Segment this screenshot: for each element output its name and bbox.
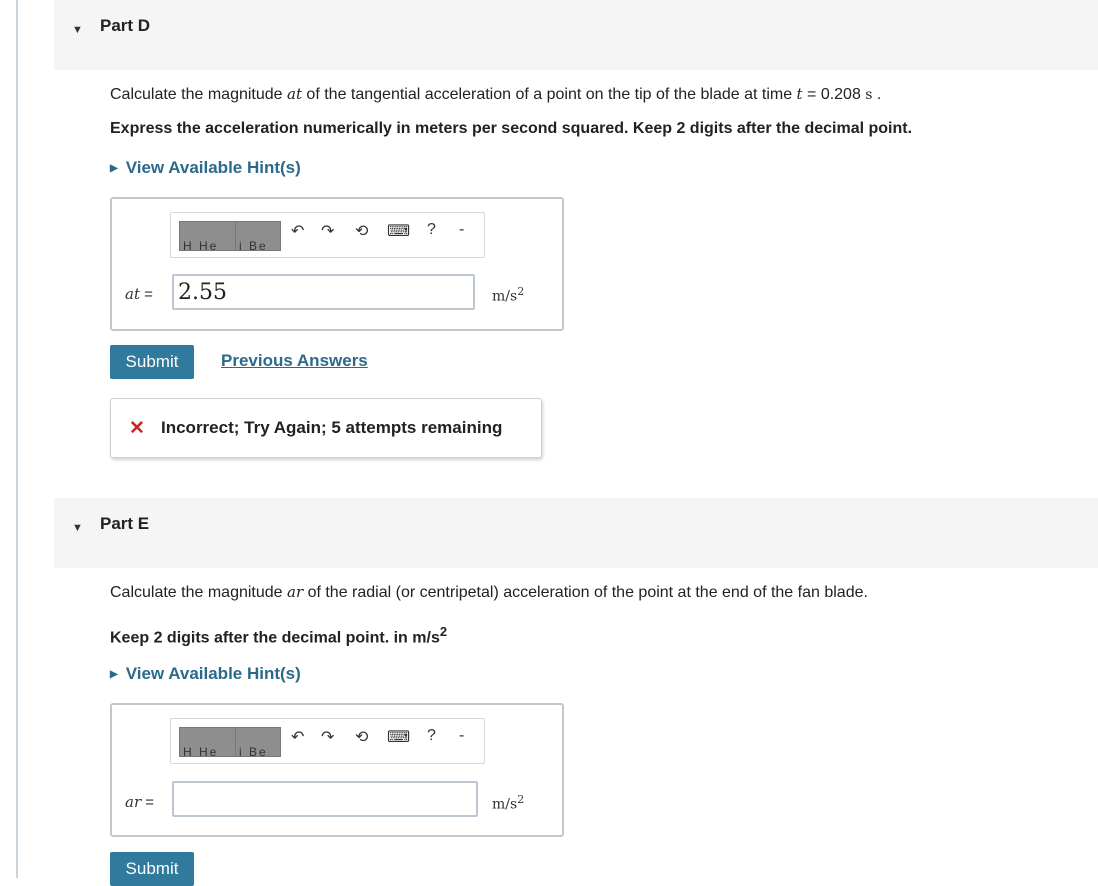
part-d-instruction: Express the acceleration numerically in … <box>110 120 913 137</box>
answer-input-ar[interactable] <box>172 781 478 817</box>
more-icon[interactable]: - <box>459 221 464 239</box>
undo-icon[interactable]: ↶ <box>291 727 304 747</box>
unit-label: m/s2 <box>492 285 525 305</box>
math-toolbar: H He i Be ↶ ↷ ⟲ ⌨ ? - <box>170 212 485 258</box>
part-d-hint-link[interactable]: ▶ View Available Hint(s) <box>110 158 301 178</box>
part-e-instruction: Keep 2 digits after the decimal point. i… <box>110 624 448 647</box>
caret-down-icon[interactable]: ▼ <box>72 522 83 534</box>
symbols-button[interactable]: i Be <box>235 221 281 253</box>
caret-right-icon: ▶ <box>110 163 118 174</box>
close-x-icon: ✕ <box>129 418 145 439</box>
var-at: at <box>287 85 302 103</box>
reset-icon[interactable]: ⟲ <box>355 221 368 241</box>
templates-button[interactable]: H He <box>179 221 241 253</box>
part-d-header: ▼ Part D <box>54 0 1098 70</box>
part-d-answer-box: H He i Be ↶ ↷ ⟲ ⌨ ? - at = m/s2 <box>110 197 564 331</box>
more-icon[interactable]: - <box>459 727 464 745</box>
feedback-text: Incorrect; Try Again; 5 attempts remaini… <box>161 418 503 437</box>
left-border-rule <box>16 0 18 878</box>
caret-right-icon: ▶ <box>110 669 118 680</box>
answer-input-at[interactable] <box>172 274 475 310</box>
undo-icon[interactable]: ↶ <box>291 221 304 241</box>
part-e-hint-link[interactable]: ▶ View Available Hint(s) <box>110 664 301 684</box>
help-icon[interactable]: ? <box>427 221 436 239</box>
part-d-title[interactable]: Part D <box>100 16 150 36</box>
part-d-question: Calculate the magnitude at of the tangen… <box>110 85 882 103</box>
field-label-at: at = <box>125 285 153 303</box>
redo-icon[interactable]: ↷ <box>321 727 334 747</box>
keyboard-icon[interactable]: ⌨ <box>387 727 410 747</box>
part-e-answer-box: H He i Be ↶ ↷ ⟲ ⌨ ? - ar = m/s2 <box>110 703 564 837</box>
help-icon[interactable]: ? <box>427 727 436 745</box>
templates-button[interactable]: H He <box>179 727 241 759</box>
part-e-header: ▼ Part E <box>54 498 1098 568</box>
redo-icon[interactable]: ↷ <box>321 221 334 241</box>
previous-answers-link[interactable]: Previous Answers <box>221 351 368 371</box>
symbols-button[interactable]: i Be <box>235 727 281 759</box>
caret-down-icon[interactable]: ▼ <box>72 24 83 36</box>
var-ar: ar <box>287 583 304 601</box>
part-d-submit-button[interactable]: Submit <box>110 345 194 379</box>
unit-label: m/s2 <box>492 793 525 813</box>
math-toolbar: H He i Be ↶ ↷ ⟲ ⌨ ? - <box>170 718 485 764</box>
part-e-title[interactable]: Part E <box>100 514 149 534</box>
keyboard-icon[interactable]: ⌨ <box>387 221 410 241</box>
part-e-submit-button[interactable]: Submit <box>110 852 194 886</box>
feedback-message: ✕ Incorrect; Try Again; 5 attempts remai… <box>110 398 542 458</box>
field-label-ar: ar = <box>125 793 155 811</box>
reset-icon[interactable]: ⟲ <box>355 727 368 747</box>
part-e-question: Calculate the magnitude ar of the radial… <box>110 583 868 601</box>
